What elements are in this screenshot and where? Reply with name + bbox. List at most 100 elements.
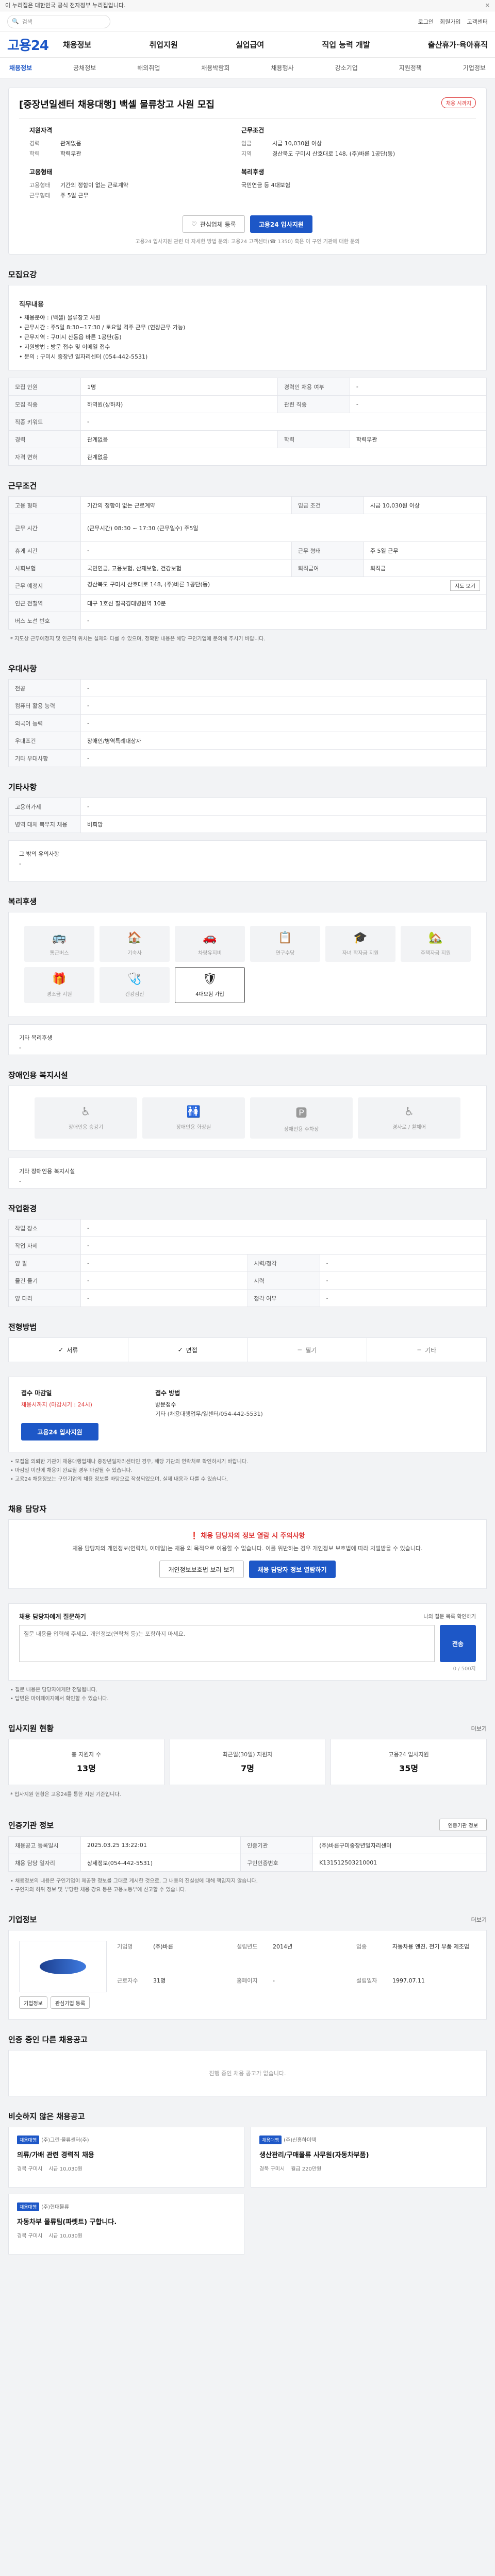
table-header-cell: 임금 조건 [291,496,364,514]
env-table: 작업 장소 - 작업 자세 - 양 팔 - 시력/청각 - 물건 들기 - 시력 - 양 다리 -… [8,1219,487,1307]
welfare-value: 국민연금 등 4대보험 [241,182,290,189]
subnav-item-public[interactable]: 공채정보 [73,63,96,72]
nav-item-jobs[interactable]: 채용정보 [63,39,91,50]
info-button[interactable]: 인증기관 정보 [439,1819,487,1831]
table-cell: (주)바른구미중장년일자리센터 [312,1836,487,1854]
company-field-label: 기업명 [117,1943,133,1950]
job-card-title: 의류/가배 관련 경력직 채용 [17,2151,94,2159]
welfare-item: 🏡 주택자금 지원 [401,926,471,962]
table-cell: 관계없음 [80,430,278,448]
table-cell: 학력무관 [349,430,487,448]
table-header-cell: 학력 [277,430,350,448]
subnav-item-strong[interactable]: 강소기업 [335,63,358,72]
company-field-label: 근로자수 [117,1977,138,1984]
top-link-support[interactable]: 고객센터 [467,18,488,26]
favorite-button[interactable]: ♡ 관심업체 등록 [183,215,245,233]
close-icon[interactable]: ✕ [485,0,490,11]
bus-icon: 🚌 [52,931,67,944]
deadline-heading: 접수 마감일 [21,1389,52,1397]
favorite-button-label: 관심업체 등록 [200,221,236,228]
similar-job-card[interactable]: 채용대행 (주)현대물류 자동차부 물류팀(파렛트) 구합니다. 경북 구미시 시급… [8,2194,244,2255]
table-row: 채용공고 등록일시 2025.03.25 13:22:01 인증기관 (주)바른구미중… [8,1836,487,1854]
job-company: (주)그린·물류센터(주) [41,2138,89,2143]
similar-job-card[interactable]: 채용대행 (주)그린·물류센터(주) 의류/가배 관련 경력직 채용 경북 구미시… [8,2127,244,2188]
privacy-law-button[interactable]: 개인정보보호법 보러 보기 [159,1561,244,1578]
table-header-cell: 버스 노선 번호 [8,612,81,630]
subnav-item-event[interactable]: 채용행사 [271,63,293,72]
table-cell: 대구 1호선 칠곡경대병원역 10분 [80,594,487,612]
top-link-login[interactable]: 로그인 [418,18,434,26]
nav-item-training[interactable]: 직업 능력 개발 [322,39,370,50]
company-favorite-button[interactable]: 관심기업 등록 [50,1996,90,2009]
subnav-item-jobs[interactable]: 채용정보 [9,63,32,72]
apply-button-bottom[interactable]: 고용24 입사지원 [21,1423,98,1440]
employment-type-value: 기간의 정함이 없는 근로계약 [60,182,128,189]
pay-label: 임금 [241,140,252,147]
nav-item-leave[interactable]: 출산휴가·육아휴직 [428,39,488,50]
subnav-item-policy[interactable]: 지원정책 [399,63,422,72]
subnav-item-fair[interactable]: 채용박람회 [201,63,229,72]
nav-item-unemployment[interactable]: 실업급여 [236,39,264,50]
stat-recent: 최근일(30일) 지원자 7명 [169,1739,326,1785]
info-section: 인증기관 정보 인증기관 정보 채용공고 등록일시 2025.03.25 13:2… [8,1819,487,1900]
table-row: 전공 - [8,679,487,697]
employment-type-block: 고용형태 고용형태 기간의 정함이 없는 근로계약 근무형태 주 5일 근무 [29,167,233,201]
question-send-button[interactable]: 전송 [440,1625,476,1662]
map-button[interactable]: 지도 보기 [450,580,480,591]
insurance-icon: 🛡 [203,973,217,986]
welfare-extra-box: 기타 복리후생 - [8,1024,487,1055]
company-more-link[interactable]: 더보기 [471,1916,487,1924]
table-header-cell: 자격 면허 [8,448,81,466]
table-row: 기타 우대사항 - [8,749,487,767]
welfare-item: 🎓 자녀 학자금 지원 [325,926,395,962]
table-cell: 시급 10,030원 이상 [363,496,487,514]
table-header-cell: 경력 [8,430,81,448]
similar-section: 비슷하지 않은 채용공고 채용대행 (주)그린·물류센터(주) 의류/가배 관련 … [8,2111,487,2255]
table-row: 근무 시간 (근무시간) 08:30 ~ 17:30 (근무일수) 주5일 [8,514,487,542]
apply-button[interactable]: 고용24 입사지원 [250,215,312,233]
table-row: 버스 노선 번호 - [8,612,487,630]
subnav-item-overseas[interactable]: 해외취업 [137,63,160,72]
table-row: 물건 들기 - 시력 - [8,1272,487,1290]
nav-item-support[interactable]: 취업지원 [149,39,177,50]
job-description-box: 직무내용 • 채용분야 : (백셀) 물류창고 사원 • 근무시간 : 주5일 … [8,285,487,370]
deadline-value: 채용시까지 (마감시기 : 24시) [21,1401,92,1408]
other-jobs-heading: 인증 중인 다른 채용공고 [8,2035,88,2044]
job-description-line: • 채용분야 : (백셀) 물류창고 사원 [19,314,101,321]
similar-job-card[interactable]: 채용대행 (주)신흥하이텍 생산관리/구매물류 사무원(자동차부품) 경북 구미시… [251,2127,487,2188]
gov-banner-text: 이 누리집은 대한민국 공식 전자정부 누리집입니다. [5,2,126,9]
table-row: 고용허가제 - [8,798,487,816]
site-logo[interactable]: 고용24 [7,35,49,54]
health-icon: 🩺 [127,973,142,986]
manager-section: 채용 담당자 ❗ 채용 담당자의 정보 열람 시 주의사항 채용 담당자의 개인… [8,1503,487,1589]
search-icon: 🔍 [12,18,19,25]
welfare-item-label: 경조금 지원 [46,992,72,997]
table-header-cell: 물건 들기 [8,1272,81,1290]
table-cell: - [80,798,487,816]
question-char-count: 0 / 500자 [453,1666,476,1672]
table-cell: - [349,395,487,413]
welfare-item-label: 자녀 학자금 지원 [342,951,379,956]
company-field-label: 설립일자 [356,1977,377,1984]
my-questions-link[interactable]: 나의 질문 목록 확인하기 [423,1612,476,1621]
welfare-item: 🚻 장애인용 화장실 [142,1097,245,1139]
disability-heading: 장애인용 복지시설 [8,1071,68,1080]
job-description-line: • 근무지역 : 구미시 산동읍 바른 1공단(동) [19,334,122,341]
question-input[interactable] [19,1625,435,1662]
view-manager-button[interactable]: 채용 담당자 정보 열람하기 [249,1561,336,1578]
welfare-item: 🚌 통근버스 [24,926,94,962]
table-cell: - [80,714,487,732]
table-row: 사회보험 국민연금, 고용보험, 산재보험, 건강보험 퇴직급여 퇴직금 [8,559,487,577]
job-title: [중장년일센터 채용대행] 백셀 물류창고 사원 모집 [19,99,214,110]
table-header-cell: 근무 예정지 [8,577,81,595]
job-description-line: • 지원방법 : 방문 접수 및 이메일 접수 [19,344,110,350]
welfare-item-label: 차량유지비 [198,951,222,956]
search-bar[interactable]: 🔍 검색 [7,14,110,28]
subnav-item-company[interactable]: 기업정보 [463,63,486,72]
stats-more-link[interactable]: 더보기 [471,1724,487,1733]
other-jobs-empty: 진행 중인 채용 공고가 없습니다. [8,2050,487,2096]
top-link-signup[interactable]: 회원가입 [440,18,460,26]
company-info-button[interactable]: 기업정보 [19,1996,47,2009]
table-header-cell: 양 팔 [8,1254,81,1272]
table-cell: 장애인/병역특례대상자 [80,732,487,750]
